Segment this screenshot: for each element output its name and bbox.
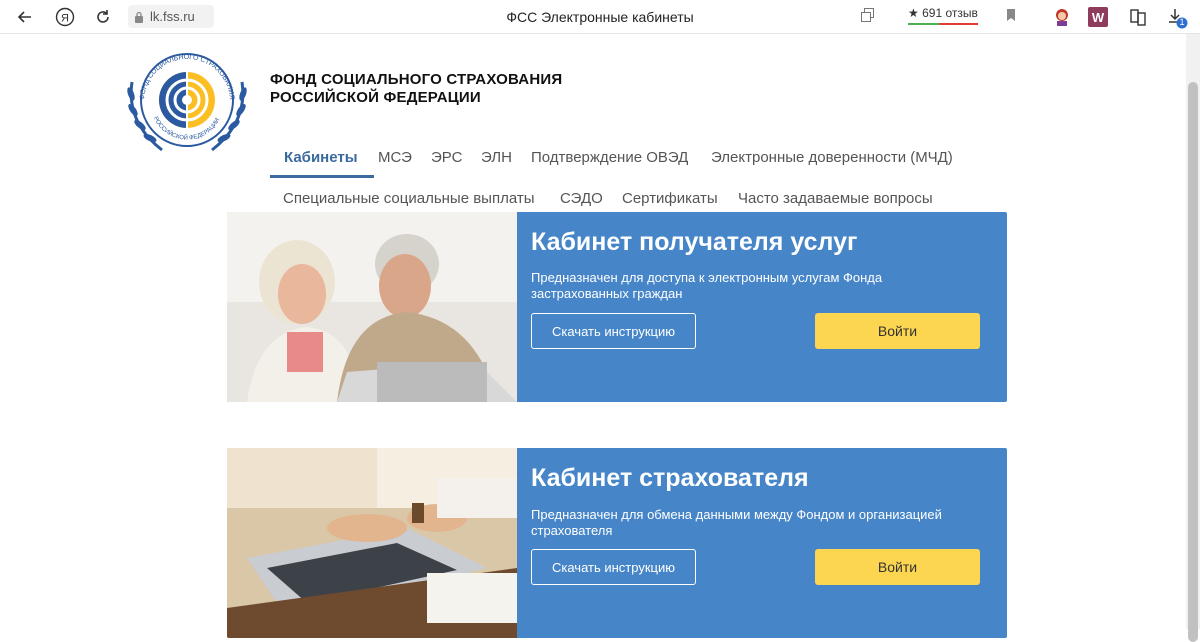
scrollbar[interactable] — [1186, 34, 1200, 642]
extension-w-icon[interactable]: W — [1088, 7, 1108, 27]
extension-mascot-icon[interactable] — [1052, 7, 1072, 27]
download-instruction-button[interactable]: Скачать инструкцию — [531, 313, 696, 349]
nav-active-underline — [270, 175, 374, 178]
card-photo-laptop — [227, 448, 517, 638]
lock-icon — [135, 11, 143, 23]
bookmark-icon[interactable] — [1004, 7, 1024, 27]
card-title: Кабинет страхователя — [531, 464, 809, 492]
address-bar[interactable]: lk.fss.ru — [128, 5, 214, 28]
reviews-count: 691 отзыв — [922, 6, 978, 20]
card-photo-seniors — [227, 212, 517, 402]
login-button[interactable]: Войти — [815, 549, 980, 585]
yandex-icon[interactable]: Я — [54, 6, 76, 28]
nav-eln[interactable]: ЭЛН — [481, 149, 512, 166]
copy-icon[interactable] — [860, 7, 880, 27]
nav-mse[interactable]: МСЭ — [378, 149, 412, 166]
browser-toolbar: Я lk.fss.ru ФСС Электронные кабинеты ★ 6… — [0, 0, 1200, 34]
nav-certificates[interactable]: Сертификаты — [622, 190, 718, 207]
svg-text:W: W — [1092, 10, 1105, 25]
nav-ers[interactable]: ЭРС — [431, 149, 462, 166]
nav-sedo[interactable]: СЭДО — [560, 190, 603, 207]
rating-bar — [908, 23, 978, 25]
card-description: Предназначен для обмена данными между Фо… — [531, 507, 942, 538]
card-service-recipient: Кабинет получателя услуг Предназначен дл… — [227, 212, 1007, 402]
download-count: 1 — [1179, 17, 1185, 27]
nav-cabinets[interactable]: Кабинеты — [284, 149, 358, 166]
org-name-line1: ФОНД СОЦИАЛЬНОГО СТРАХОВАНИЯ — [270, 71, 563, 88]
fss-logo[interactable]: ФОНД СОЦИАЛЬНОГО СТРАХОВАНИЯ РОССИЙСКОЙ … — [122, 42, 252, 160]
org-name-line2: РОССИЙСКОЙ ФЕДЕРАЦИИ — [270, 89, 481, 106]
svg-text:Я: Я — [61, 13, 69, 25]
address-text: lk.fss.ru — [150, 9, 195, 24]
nav-mchd[interactable]: Электронные доверенности (МЧД) — [711, 149, 953, 166]
download-icon[interactable]: 1 — [1166, 7, 1188, 29]
card-description: Предназначен для доступа к электронным у… — [531, 270, 883, 301]
reviews-badge[interactable]: ★ 691 отзыв — [908, 6, 978, 25]
nav-oved[interactable]: Подтверждение ОВЭД — [531, 149, 688, 166]
org-name: ФОНД СОЦИАЛЬНОГО СТРАХОВАНИЯ РОССИЙСКОЙ … — [270, 71, 562, 107]
reading-list-icon[interactable] — [1128, 7, 1148, 27]
nav-faq[interactable]: Часто задаваемые вопросы — [738, 190, 933, 207]
back-icon[interactable] — [14, 6, 36, 28]
scrollbar-thumb[interactable] — [1188, 82, 1198, 642]
download-instruction-button[interactable]: Скачать инструкцию — [531, 549, 696, 585]
reload-icon[interactable] — [92, 6, 114, 28]
star-icon: ★ — [908, 6, 919, 20]
card-title: Кабинет получателя услуг — [531, 228, 858, 256]
login-button[interactable]: Войти — [815, 313, 980, 349]
card-insurer: Кабинет страхователя Предназначен для об… — [227, 448, 1007, 638]
nav-social-payments[interactable]: Специальные социальные выплаты — [283, 190, 535, 207]
